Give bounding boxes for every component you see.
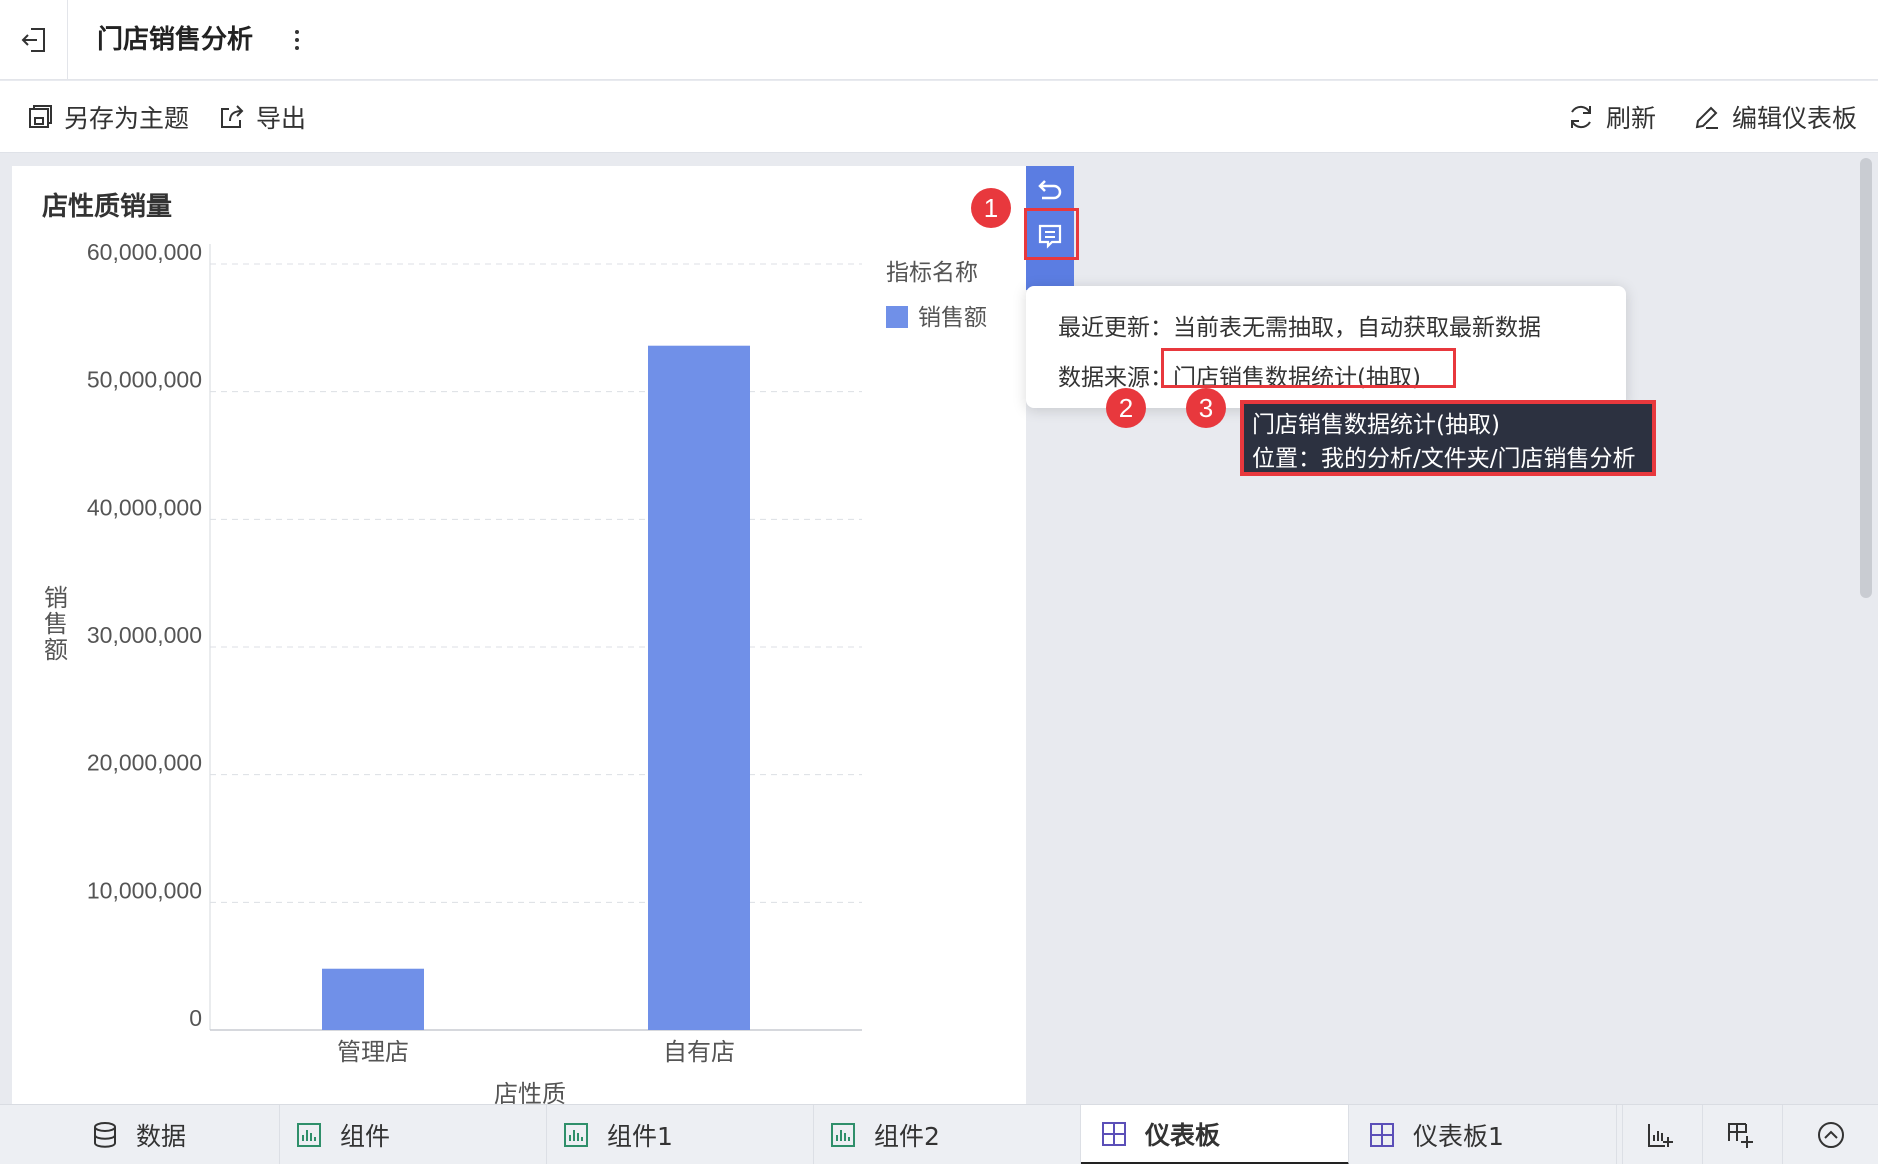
dashboard-icon — [1370, 1123, 1394, 1147]
scrollbar-thumb[interactable] — [1860, 158, 1872, 598]
last-update-value: 当前表无需抽取，自动获取最新数据 — [1173, 315, 1541, 341]
save-theme-icon — [29, 105, 52, 128]
page-title: 门店销售分析 — [97, 25, 254, 55]
chart-card[interactable]: 店性质销量 60,000,000 50,000,000 40,000,000 30,0… — [12, 166, 1026, 1106]
bar — [322, 968, 424, 1030]
chevron-up-circle-icon — [1817, 1122, 1844, 1148]
highlight-box-1 — [1024, 208, 1079, 260]
edit-pencil-icon — [1695, 106, 1718, 129]
tab-component-1[interactable]: 组件1 — [547, 1105, 814, 1164]
data-source-label: 数据来源： — [1058, 365, 1173, 391]
tab-label: 组件1 — [607, 1122, 673, 1151]
more-dot-icon — [295, 38, 299, 42]
tooltip-source-name: 门店销售数据统计(抽取) — [1252, 412, 1500, 438]
bottom-tab-bar: 数据 组件 组件1 组件2 仪表板 仪表板1 — [0, 1104, 1878, 1164]
tab-component[interactable]: 组件 — [280, 1105, 547, 1164]
edit-dashboard-button[interactable]: 编辑仪表板 — [1692, 99, 1857, 135]
x-tick-label: 自有店 — [663, 1038, 735, 1066]
step-badge-3: 3 — [1186, 388, 1226, 428]
database-icon — [94, 1122, 116, 1148]
x-tick-label: 管理店 — [337, 1038, 409, 1066]
more-dot-icon — [295, 30, 299, 34]
add-component-button[interactable] — [1622, 1105, 1696, 1164]
collapse-tabs-button[interactable] — [1782, 1105, 1878, 1164]
add-dashboard-button[interactable] — [1702, 1105, 1776, 1164]
vertical-scrollbar[interactable] — [1860, 158, 1872, 1098]
chart-icon — [297, 1123, 321, 1147]
dashboard-icon — [1102, 1121, 1126, 1146]
y-tick-label: 30,000,000 — [87, 622, 202, 648]
legend-title: 指标名称 — [886, 260, 978, 286]
last-update-row: 最近更新：当前表无需抽取，自动获取最新数据 — [1058, 308, 1541, 342]
bar — [648, 345, 750, 1030]
tab-label: 仪表板 — [1145, 1120, 1221, 1150]
tab-data[interactable]: 数据 — [0, 1105, 280, 1164]
chart-icon — [564, 1123, 588, 1147]
y-tick-label: 0 — [189, 1005, 202, 1031]
chart-icon — [831, 1123, 855, 1147]
export-label: 导出 — [256, 104, 307, 133]
y-tick-label: 50,000,000 — [87, 367, 202, 393]
add-dashboard-icon — [1727, 1123, 1753, 1148]
data-source-tooltip: 门店销售数据统计(抽取) 位置：我的分析/文件夹/门店销售分析 — [1240, 400, 1656, 476]
exit-button[interactable] — [0, 0, 68, 80]
more-dot-icon — [295, 46, 299, 50]
y-tick-label: 60,000,000 — [87, 239, 202, 265]
tab-dashboard-1[interactable]: 仪表板1 — [1349, 1105, 1617, 1164]
y-tick-label: 40,000,000 — [87, 494, 202, 520]
exit-icon — [21, 28, 45, 52]
title-bar: 门店销售分析 — [0, 0, 1878, 80]
save-as-theme-button[interactable]: 另存为主题 — [26, 99, 189, 135]
tab-label: 组件2 — [874, 1122, 940, 1151]
export-button[interactable]: 导出 — [218, 99, 306, 135]
save-as-theme-label: 另存为主题 — [64, 104, 190, 133]
add-chart-icon — [1647, 1124, 1673, 1147]
tab-component-2[interactable]: 组件2 — [814, 1105, 1081, 1164]
tooltip-location: 位置：我的分析/文件夹/门店销售分析 — [1252, 446, 1636, 472]
legend-swatch — [886, 306, 908, 328]
y-axis-label: 销售额 — [44, 584, 68, 664]
y-tick-label: 20,000,000 — [87, 750, 202, 776]
y-tick-label: 10,000,000 — [87, 877, 202, 903]
highlight-box-2 — [1161, 348, 1456, 388]
toolbar: 另存为主题 导出 刷新 编辑仪表板 — [0, 81, 1878, 153]
more-options-button[interactable] — [286, 24, 308, 56]
step-badge-1: 1 — [971, 188, 1011, 228]
tab-dashboard[interactable]: 仪表板 — [1081, 1105, 1349, 1164]
undo-icon — [1038, 180, 1062, 200]
export-icon — [221, 105, 244, 128]
tab-label: 仪表板1 — [1413, 1122, 1504, 1151]
tab-label: 数据 — [136, 1122, 187, 1151]
refresh-label: 刷新 — [1606, 104, 1657, 133]
last-update-label: 最近更新： — [1058, 315, 1173, 341]
refresh-icon — [1571, 105, 1591, 129]
step-badge-2: 2 — [1106, 388, 1146, 428]
legend-label: 销售额 — [918, 305, 987, 331]
undo-button[interactable] — [1026, 168, 1074, 212]
bar-chart: 60,000,000 50,000,000 40,000,000 30,000,000… — [44, 239, 987, 1106]
refresh-button[interactable]: 刷新 — [1566, 99, 1656, 135]
edit-dashboard-label: 编辑仪表板 — [1732, 104, 1858, 133]
tab-label: 组件 — [340, 1122, 391, 1151]
x-axis-label: 店性质 — [494, 1080, 566, 1106]
